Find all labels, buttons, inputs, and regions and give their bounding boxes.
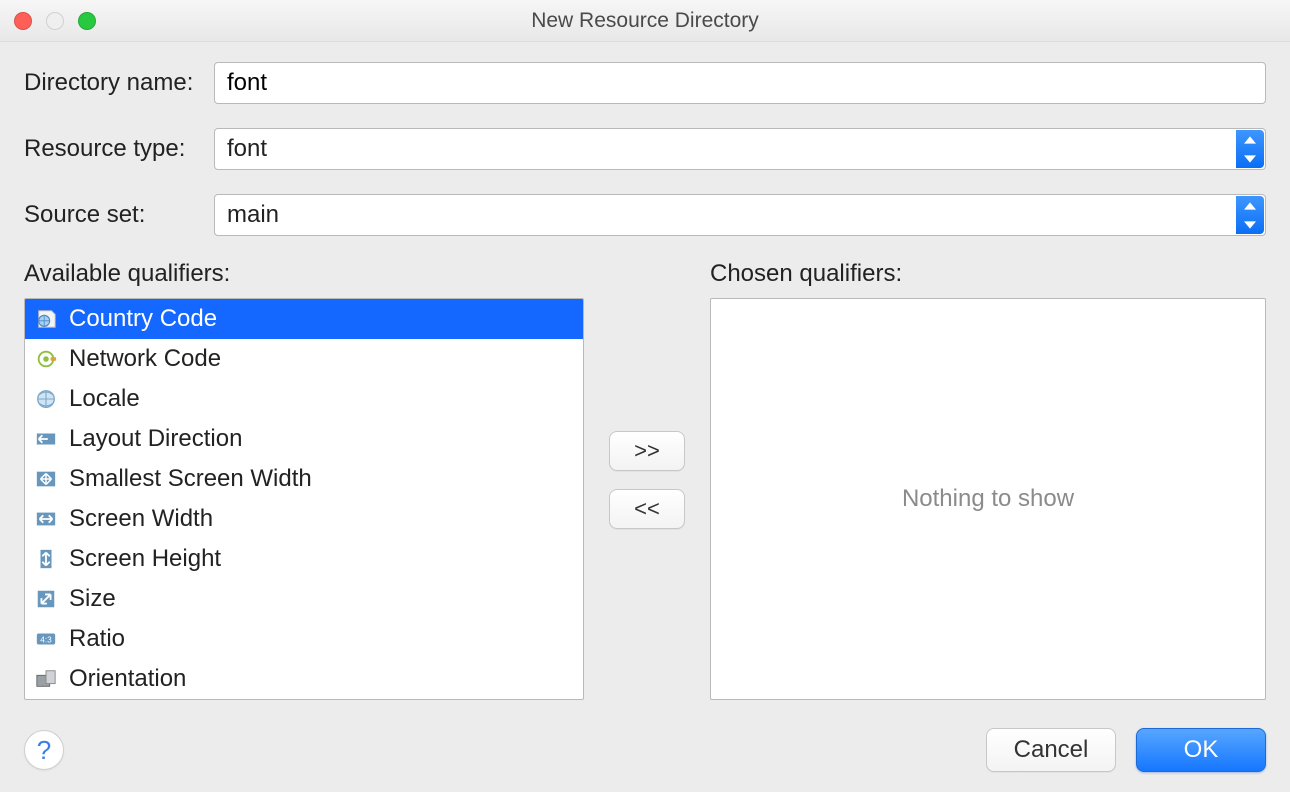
list-item-label: Screen Width [69, 505, 213, 533]
chosen-qualifiers-list[interactable]: Nothing to show [710, 298, 1266, 700]
minimize-window-button[interactable] [46, 12, 64, 30]
screen-height-icon [33, 546, 59, 572]
list-item[interactable]: Layout Direction [25, 419, 583, 459]
move-right-button[interactable]: >> [609, 431, 685, 471]
list-item-label: Size [69, 585, 116, 613]
list-item[interactable]: Locale [25, 379, 583, 419]
list-item[interactable]: 4:3 Ratio [25, 619, 583, 659]
list-item-label: Network Code [69, 345, 221, 373]
list-item[interactable]: Size [25, 579, 583, 619]
list-item[interactable]: Network Code [25, 339, 583, 379]
list-item-label: Country Code [69, 305, 217, 333]
source-set-dropdown[interactable]: main [214, 194, 1266, 236]
close-window-button[interactable] [14, 12, 32, 30]
svg-text:4:3: 4:3 [40, 636, 52, 645]
available-qualifiers-list[interactable]: Country Code Network Code Locale Layout Dir… [24, 298, 584, 700]
resource-type-dropdown[interactable]: font [214, 128, 1266, 170]
help-button[interactable]: ? [24, 730, 64, 770]
dropdown-stepper-icon [1236, 196, 1264, 234]
list-item[interactable]: Orientation [25, 659, 583, 699]
resource-type-label: Resource type: [24, 135, 214, 163]
orientation-icon [33, 666, 59, 692]
list-item-label: Orientation [69, 665, 186, 693]
source-set-label: Source set: [24, 201, 214, 229]
list-item[interactable]: Screen Height [25, 539, 583, 579]
directory-name-label: Directory name: [24, 69, 214, 97]
list-item-label: Locale [69, 385, 140, 413]
list-item[interactable]: Screen Width [25, 499, 583, 539]
move-left-button[interactable]: << [609, 489, 685, 529]
network-icon [33, 346, 59, 372]
list-item-label: Smallest Screen Width [69, 465, 312, 493]
list-item[interactable]: Country Code [25, 299, 583, 339]
flag-icon [33, 306, 59, 332]
titlebar: New Resource Directory [0, 0, 1290, 42]
ratio-icon: 4:3 [33, 626, 59, 652]
screen-width-icon [33, 506, 59, 532]
layout-direction-icon [33, 426, 59, 452]
empty-state-text: Nothing to show [902, 485, 1074, 513]
smallest-width-icon [33, 466, 59, 492]
ok-button[interactable]: OK [1136, 728, 1266, 772]
chosen-qualifiers-label: Chosen qualifiers: [710, 260, 1266, 288]
list-item-label: Layout Direction [69, 425, 242, 453]
list-item-label: Ratio [69, 625, 125, 653]
list-item[interactable]: Smallest Screen Width [25, 459, 583, 499]
window-title: New Resource Directory [0, 9, 1290, 33]
globe-icon [33, 386, 59, 412]
available-qualifiers-label: Available qualifiers: [24, 260, 584, 288]
size-icon [33, 586, 59, 612]
window-controls [14, 12, 96, 30]
cancel-button[interactable]: Cancel [986, 728, 1116, 772]
zoom-window-button[interactable] [78, 12, 96, 30]
dropdown-stepper-icon [1236, 130, 1264, 168]
list-item-label: Screen Height [69, 545, 221, 573]
source-set-value: main [227, 201, 1253, 229]
resource-type-value: font [227, 135, 1253, 163]
directory-name-input[interactable] [214, 62, 1266, 104]
